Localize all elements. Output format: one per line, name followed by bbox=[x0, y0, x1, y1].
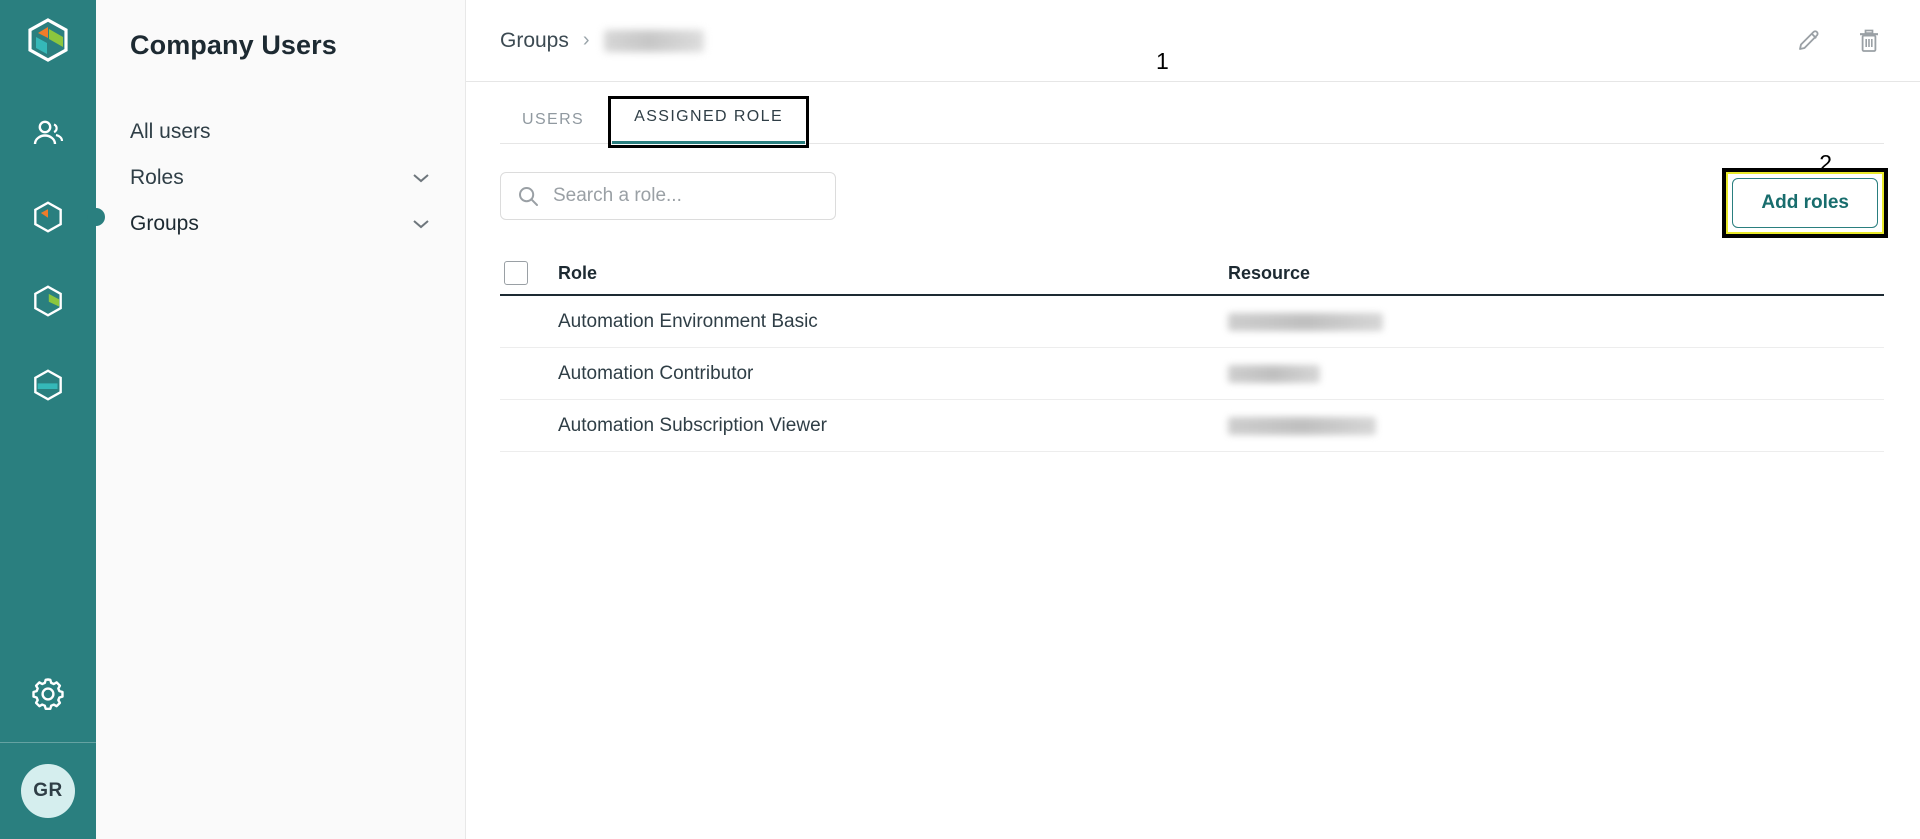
row-checkbox[interactable] bbox=[504, 362, 528, 386]
add-roles-button[interactable]: Add roles bbox=[1732, 178, 1878, 228]
roles-table: Role Resource Automation Environment Bas… bbox=[466, 252, 1920, 452]
app-logo[interactable] bbox=[24, 16, 72, 69]
cell-role: Automation Contributor bbox=[558, 362, 754, 384]
rail-active-indicator bbox=[87, 208, 105, 226]
gear-icon bbox=[32, 678, 64, 710]
rail-item-settings[interactable] bbox=[0, 646, 96, 742]
search-input[interactable] bbox=[553, 185, 819, 207]
app-root: GR Company Users All users Roles Groups … bbox=[0, 0, 1920, 839]
tab-users[interactable]: USERS bbox=[500, 111, 606, 144]
table-row[interactable]: Automation Environment Basic bbox=[500, 296, 1884, 348]
sidebar: Company Users All users Roles Groups bbox=[96, 0, 466, 839]
top-bar-actions bbox=[1794, 26, 1884, 56]
column-header-resource: Resource bbox=[1228, 262, 1311, 283]
table-row[interactable]: Automation Contributor bbox=[500, 348, 1884, 400]
pencil-icon bbox=[1799, 29, 1819, 50]
sidebar-item-all-users[interactable]: All users bbox=[130, 109, 437, 155]
search-box[interactable] bbox=[500, 172, 836, 220]
rail-item-deployments[interactable] bbox=[0, 343, 96, 427]
sidebar-item-label: Groups bbox=[130, 212, 199, 235]
column-header-role: Role bbox=[558, 262, 598, 283]
tab-list: USERS ASSIGNED ROLE bbox=[500, 82, 1884, 148]
sidebar-item-roles[interactable]: Roles bbox=[130, 155, 437, 201]
rail-user-area: GR bbox=[0, 743, 96, 839]
delete-group-button[interactable] bbox=[1854, 26, 1884, 56]
cell-role: Automation Environment Basic bbox=[558, 310, 818, 332]
top-bar: Groups › bbox=[466, 0, 1920, 82]
breadcrumb-current-redacted bbox=[603, 29, 704, 52]
select-all-checkbox[interactable] bbox=[504, 261, 528, 285]
add-roles-highlight: Add roles bbox=[1722, 168, 1888, 238]
annotation-marker-2: 2 bbox=[1819, 150, 1832, 176]
table-row[interactable]: Automation Subscription Viewer bbox=[500, 400, 1884, 452]
cell-resource bbox=[1228, 312, 1884, 331]
search-icon bbox=[519, 187, 538, 206]
rail-item-catalog[interactable] bbox=[0, 259, 96, 343]
redacted-resource bbox=[1228, 416, 1376, 435]
breadcrumb: Groups › bbox=[500, 29, 704, 53]
people-icon bbox=[33, 120, 64, 145]
table-header-row: Role Resource bbox=[500, 252, 1884, 296]
tab-assigned-role[interactable]: ASSIGNED ROLE bbox=[608, 96, 810, 148]
sidebar-item-label: All users bbox=[130, 120, 211, 143]
chevron-down-icon bbox=[413, 174, 429, 183]
redacted-resource bbox=[1228, 364, 1320, 383]
icon-rail: GR bbox=[0, 0, 105, 839]
redacted-resource bbox=[1228, 312, 1383, 331]
breadcrumb-separator-icon: › bbox=[582, 29, 590, 51]
cube-teal-icon bbox=[34, 369, 62, 401]
annotation-marker-1: 1 bbox=[1156, 48, 1169, 74]
main-content: Groups › 1 USERS ASSIGNED ROLE Search a … bbox=[466, 0, 1920, 839]
edit-group-button[interactable] bbox=[1794, 26, 1824, 56]
cell-role: Automation Subscription Viewer bbox=[558, 414, 827, 436]
toolbar: 2 Add roles bbox=[466, 144, 1920, 238]
rail-icon-list bbox=[0, 91, 105, 427]
rail-item-users[interactable] bbox=[0, 91, 96, 175]
sidebar-item-label: Roles bbox=[130, 166, 184, 189]
rail-item-groups[interactable] bbox=[0, 175, 105, 259]
cube-orange-icon bbox=[34, 201, 62, 233]
breadcrumb-root[interactable]: Groups bbox=[500, 29, 569, 53]
cell-resource bbox=[1228, 416, 1884, 435]
chevron-down-icon bbox=[413, 220, 429, 229]
cell-resource bbox=[1228, 364, 1884, 383]
row-checkbox[interactable] bbox=[504, 414, 528, 438]
row-checkbox[interactable] bbox=[504, 310, 528, 334]
cube-green-icon bbox=[34, 285, 62, 317]
avatar[interactable]: GR bbox=[21, 764, 75, 818]
page-title: Company Users bbox=[130, 30, 337, 60]
sidebar-item-groups[interactable]: Groups bbox=[130, 201, 437, 247]
tabs-container: 1 USERS ASSIGNED ROLE bbox=[466, 48, 1920, 148]
trash-icon bbox=[1860, 29, 1878, 52]
